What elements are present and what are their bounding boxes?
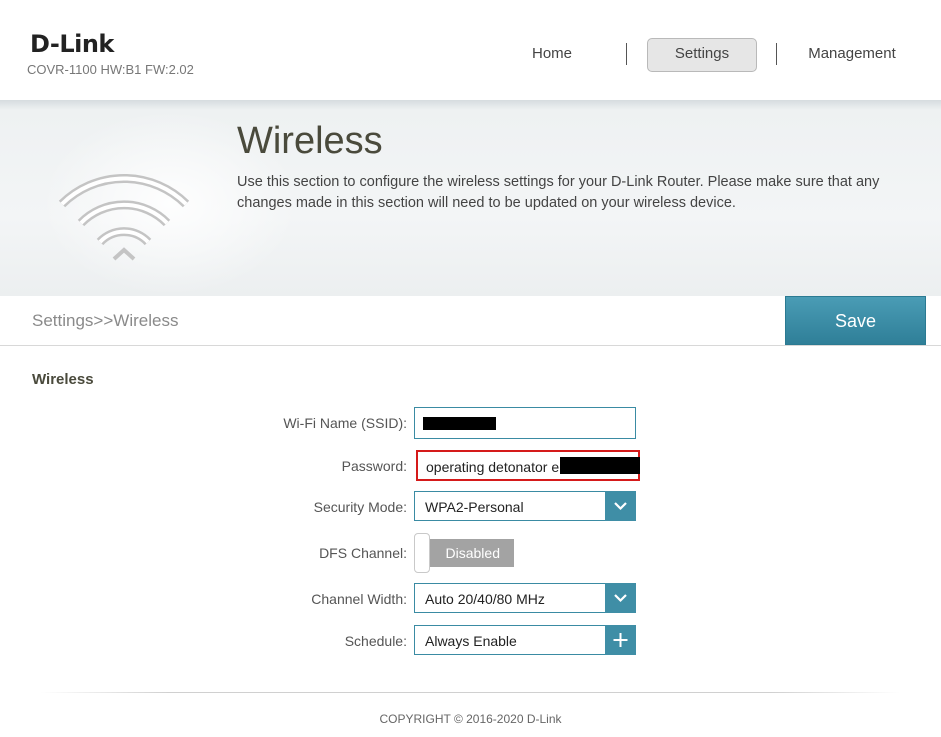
password-label: Password: (341, 458, 407, 474)
page-description: Use this section to configure the wirele… (237, 174, 880, 211)
header: D-Link COVR-1100 HW:B1 FW:2.02 Home Sett… (0, 0, 941, 100)
plus-icon (613, 633, 628, 647)
toggle-knob[interactable] (414, 533, 430, 573)
wifi-icon (58, 173, 190, 261)
ssid-label: Wi-Fi Name (SSID): (283, 415, 407, 431)
dlink-logo[interactable]: D-Link (30, 30, 114, 58)
nav-divider (776, 43, 777, 65)
schedule-add-button[interactable] (605, 625, 636, 655)
page-title: Wireless (237, 120, 383, 162)
schedule-label: Schedule: (344, 633, 407, 649)
password-value: operating detonator e (426, 459, 560, 475)
breadcrumb: Settings>>Wireless (32, 311, 179, 330)
chevron-down-icon (614, 594, 627, 603)
dfs-channel-label: DFS Channel: (319, 545, 407, 561)
channel-width-dropdown-button[interactable] (605, 583, 636, 613)
model-info: COVR-1100 HW:B1 FW:2.02 (27, 62, 194, 77)
nav-home[interactable]: Home (512, 38, 592, 70)
footer-divider (40, 692, 900, 693)
chevron-down-icon (614, 502, 627, 511)
schedule-select[interactable]: Always Enable (414, 625, 636, 655)
page-banner: Wireless Use this section to configure t… (0, 100, 941, 296)
channel-width-value: Auto 20/40/80 MHz (425, 591, 545, 607)
security-mode-label: Security Mode: (313, 499, 407, 515)
password-input[interactable]: operating detonator e (416, 450, 640, 481)
toggle-state-label: Disabled (422, 539, 514, 567)
save-button[interactable]: Save (785, 296, 926, 345)
section-title: Wireless (32, 371, 94, 388)
security-mode-select[interactable]: WPA2-Personal (414, 491, 636, 521)
security-mode-value: WPA2-Personal (425, 499, 524, 515)
security-mode-dropdown-button[interactable] (605, 491, 636, 521)
dfs-channel-toggle[interactable]: Disabled (414, 533, 514, 573)
breadcrumb-bar: Settings>>Wireless Save (0, 296, 941, 346)
redacted-ssid (423, 417, 496, 430)
channel-width-select[interactable]: Auto 20/40/80 MHz (414, 583, 636, 613)
ssid-input[interactable] (414, 407, 636, 439)
schedule-value: Always Enable (425, 633, 517, 649)
channel-width-label: Channel Width: (311, 591, 407, 607)
redacted-password (560, 457, 640, 474)
nav-divider (626, 43, 627, 65)
nav-management[interactable]: Management (800, 38, 904, 70)
copyright: COPYRIGHT © 2016-2020 D-Link (379, 712, 562, 726)
nav-settings[interactable]: Settings (647, 38, 757, 72)
